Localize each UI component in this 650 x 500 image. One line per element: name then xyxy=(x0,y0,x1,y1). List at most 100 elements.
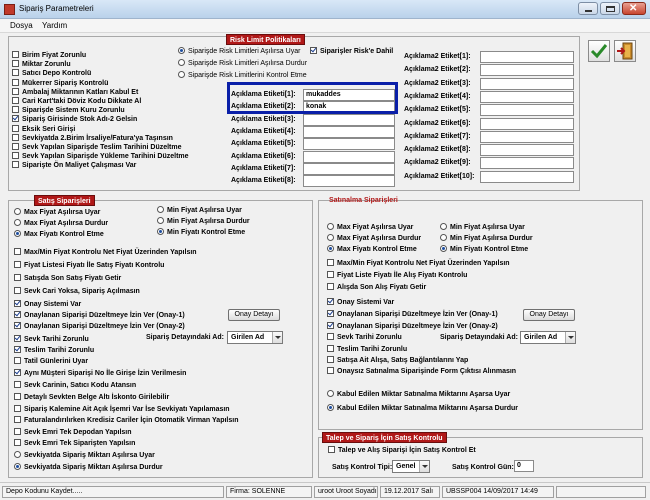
satis-kontrol-tipi-select[interactable]: Genel xyxy=(392,460,430,473)
satis-checkbox-1[interactable]: Fiyat Listesi Fiyatı İle Satış Fiyatı Ko… xyxy=(14,261,164,270)
satinalma-min-radio-1[interactable]: Min Fiyat Aşılırsa Durdur xyxy=(440,234,533,243)
aciklama2-input-1[interactable] xyxy=(480,64,574,77)
general-checkbox-7[interactable]: Sipariş Girisinde Stok Adı-2 Gelsin xyxy=(12,115,137,124)
close-button[interactable]: ✕ xyxy=(622,2,646,15)
satis-bottom-radio-1[interactable]: Sevkiyatda Sipariş Miktarı Aşılırsa Durd… xyxy=(14,463,163,472)
satis-kontrol-gun-input[interactable]: 0 xyxy=(514,460,534,472)
window-title: Sipariş Parametreleri xyxy=(19,4,94,13)
aciklama-input-4[interactable] xyxy=(303,138,395,151)
talep-checkbox[interactable]: Talep ve Alış Siparişi İçin Satış Kontro… xyxy=(328,446,476,455)
general-checkbox-2[interactable]: Satıcı Depo Kontrolü xyxy=(12,69,91,78)
aciklama2-input-2[interactable] xyxy=(480,77,574,90)
satinalma-checkbox-2[interactable]: Alışda Son Alış Fiyatı Getir xyxy=(327,283,426,292)
satis-checkbox-13[interactable]: Sipariş Kalemine Ait Açık İşemri Var İse… xyxy=(14,405,230,414)
checkbox-box xyxy=(14,322,21,329)
satis-kontrol-tipi-label: Satış Kontrol Tipi: xyxy=(332,464,393,471)
general-checkbox-11[interactable]: Sevk Yapılan Siparişde Yükleme Tarihini … xyxy=(12,152,189,161)
satinalma-onay-detay-button[interactable]: Onay Detayı xyxy=(523,309,575,321)
risk-radio-0[interactable]: Siparişde Risk Limitleri Aşılırsa Uyar xyxy=(178,47,300,56)
satinalma-checkbox-4[interactable]: Onaylanan Siparişi Düzeltmeye İzin Ver (… xyxy=(327,310,498,319)
general-checkbox-5[interactable]: Cari Kart'taki Döviz Kodu Dikkate Al xyxy=(12,97,141,106)
aciklama2-input-7[interactable] xyxy=(480,144,574,157)
satinalma-checkbox-8[interactable]: Satışa Ait Alışa, Satış Bağlantılarını Y… xyxy=(327,356,468,365)
aciklama2-input-8[interactable] xyxy=(480,157,574,170)
satis-checkbox-3[interactable]: Sevk Cari Yoksa, Sipariş Açılmasın xyxy=(14,287,140,296)
satis-checkbox-8[interactable]: Teslim Tarihi Zorunlu xyxy=(14,346,94,355)
satinalma-max-radio-0[interactable]: Max Fiyat Aşılırsa Uyar xyxy=(327,223,413,232)
checkbox-box xyxy=(14,405,21,412)
general-checkbox-6[interactable]: Siparişde Sistem Kuru Zorunlu xyxy=(12,106,125,115)
radio-dot xyxy=(157,228,164,235)
minimize-button[interactable] xyxy=(578,2,598,15)
aciklama2-input-3[interactable] xyxy=(480,90,574,103)
aciklama2-input-9[interactable] xyxy=(480,170,574,183)
satis-max-radio-2[interactable]: Max Fiyatı Kontrol Etme xyxy=(14,230,104,239)
satinalma-checkbox-6[interactable]: Sevk Tarihi Zorunlu xyxy=(327,333,402,342)
riske-dahil-checkbox[interactable]: Siparişler Risk'e Dahil xyxy=(310,47,393,56)
risk-radio-1[interactable]: Siparişde Risk Limitleri Aşılırsa Durdur xyxy=(178,59,307,68)
satis-checkbox-12[interactable]: Detaylı Sevkten Belge Altı İskonto Giril… xyxy=(14,393,169,402)
satis-checkbox-7[interactable]: Sevk Tarihi Zorunlu xyxy=(14,335,89,344)
satinalma-detay-select[interactable]: Girilen Ad xyxy=(520,331,576,344)
general-checkbox-1[interactable]: Miktar Zorunlu xyxy=(12,60,71,69)
satis-checkbox-10[interactable]: Aynı Müşteri Siparişi No İle Girişe İzin… xyxy=(14,369,186,378)
satinalma-min-radio-2[interactable]: Min Fiyatı Kontrol Etme xyxy=(440,245,528,254)
satis-min-radio-0[interactable]: Min Fiyat Aşılırsa Uyar xyxy=(157,206,242,215)
maximize-button[interactable] xyxy=(600,2,620,15)
radio-label: Kabul Edilen Miktar Satınalma Miktarını … xyxy=(337,391,511,398)
satinalma-bottom-radio-0[interactable]: Kabul Edilen Miktar Satınalma Miktarını … xyxy=(327,390,510,399)
satis-checkbox-14[interactable]: Faturalandırılırken Kredisiz Cariler İçi… xyxy=(14,416,238,425)
satis-bottom-radio-0[interactable]: Sevkiyatda Sipariş Miktarı Aşılırsa Uyar xyxy=(14,451,155,460)
aciklama2-input-5[interactable] xyxy=(480,117,574,130)
satinalma-checkbox-5[interactable]: Onaylanan Siparişi Düzeltmeye İzin Ver (… xyxy=(327,322,498,331)
general-checkbox-10[interactable]: Sevk Yapılan Siparişde Teslim Tarihini D… xyxy=(12,143,182,152)
satinalma-checkbox-0[interactable]: Max/Min Fiyat Kontrolu Net Fiyat Üzerind… xyxy=(327,259,510,268)
status-firma: Firma: SOLENNE xyxy=(226,486,312,498)
satinalma-bottom-radio-1[interactable]: Kabul Edilen Miktar Satınalma Miktarını … xyxy=(327,404,518,413)
radio-label: Max Fiyat Aşılırsa Durdur xyxy=(337,235,422,242)
satis-onay-detay-button[interactable]: Onay Detayı xyxy=(228,309,280,321)
satinalma-checkbox-3[interactable]: Onay Sistemi Var xyxy=(327,298,394,307)
satis-checkbox-11[interactable]: Sevk Carinin, Satıcı Kodu Atansın xyxy=(14,381,136,390)
satis-max-radio-0[interactable]: Max Fiyat Aşılırsa Uyar xyxy=(14,208,100,217)
menu-yardim[interactable]: Yardım xyxy=(42,21,67,30)
satis-checkbox-9[interactable]: Tatil Günlerini Uyar xyxy=(14,357,88,366)
satis-min-radio-1[interactable]: Min Fiyat Aşılırsa Durdur xyxy=(157,217,250,226)
general-checkbox-0[interactable]: Birim Fiyat Zorunlu xyxy=(12,51,86,60)
satinalma-min-radio-0[interactable]: Min Fiyat Aşılırsa Uyar xyxy=(440,223,525,232)
aciklama-input-2[interactable] xyxy=(303,113,395,126)
satis-checkbox-4[interactable]: Onay Sistemi Var xyxy=(14,300,81,309)
general-checkbox-12[interactable]: Siparişte Ön Maliyet Çalışması Var xyxy=(12,161,136,170)
satis-max-radio-1[interactable]: Max Fiyat Aşılırsa Durdur xyxy=(14,219,108,228)
satis-checkbox-0[interactable]: Max/Min Fiyat Kontrolu Net Fiyat Üzerind… xyxy=(14,248,197,257)
risk-radio-2[interactable]: Siparişde Risk Limitlerini Kontrol Etme xyxy=(178,71,307,80)
general-checkbox-4[interactable]: Ambalaj Miktarının Katları Kabul Et xyxy=(12,87,138,97)
satis-checkbox-15[interactable]: Sevk Emri Tek Depodan Yapılsın xyxy=(14,428,132,437)
satinalma-max-radio-2[interactable]: Max Fiyatı Kontrol Etme xyxy=(327,245,417,254)
satis-checkbox-5[interactable]: Onaylanan Siparişi Düzeltmeye İzin Ver (… xyxy=(14,311,185,320)
exit-button[interactable] xyxy=(614,40,636,62)
general-checkbox-9[interactable]: Sevkiyatda 2.Birim İrsaliye/Fatura'ya Ta… xyxy=(12,133,173,143)
satis-checkbox-2[interactable]: Satışda Son Satış Fiyatı Getir xyxy=(14,274,121,283)
general-checkbox-3[interactable]: Mükerrer Sipariş Kontrolü xyxy=(12,78,108,88)
aciklama2-input-0[interactable] xyxy=(480,51,574,63)
satis-detay-select[interactable]: Girilen Ad xyxy=(227,331,283,344)
aciklama-input-7[interactable] xyxy=(303,175,395,188)
satinalma-checkbox-1[interactable]: Fiyat Liste Fiyatı İle Alış Fiyatı Kontr… xyxy=(327,271,467,280)
satinalma-checkbox-9[interactable]: Onaysız Satınalma Siparişinde Form Çıktı… xyxy=(327,367,516,376)
satis-checkbox-6[interactable]: Onaylanan Siparişi Düzeltmeye İzin Ver (… xyxy=(14,322,185,331)
satinalma-checkbox-7[interactable]: Teslim Tarihi Zorunlu xyxy=(327,345,407,354)
aciklama2-input-4[interactable] xyxy=(480,104,574,117)
checkbox-box xyxy=(12,60,19,68)
aciklama-input-5[interactable] xyxy=(303,150,395,163)
aciklama-input-6[interactable] xyxy=(303,162,395,175)
general-checkbox-8[interactable]: Eksik Seri Girişi xyxy=(12,124,75,134)
checkbox-label: Alışda Son Alış Fiyatı Getir xyxy=(337,284,427,291)
satis-checkbox-16[interactable]: Sevk Emri Tek Siparişten Yapılsın xyxy=(14,439,135,448)
ok-button[interactable] xyxy=(588,40,610,62)
menu-dosya[interactable]: Dosya xyxy=(10,21,33,30)
satinalma-max-radio-1[interactable]: Max Fiyat Aşılırsa Durdur xyxy=(327,234,421,243)
aciklama-input-3[interactable] xyxy=(303,125,395,138)
aciklama2-input-6[interactable] xyxy=(480,130,574,143)
satis-min-radio-2[interactable]: Min Fiyatı Kontrol Etme xyxy=(157,228,245,237)
